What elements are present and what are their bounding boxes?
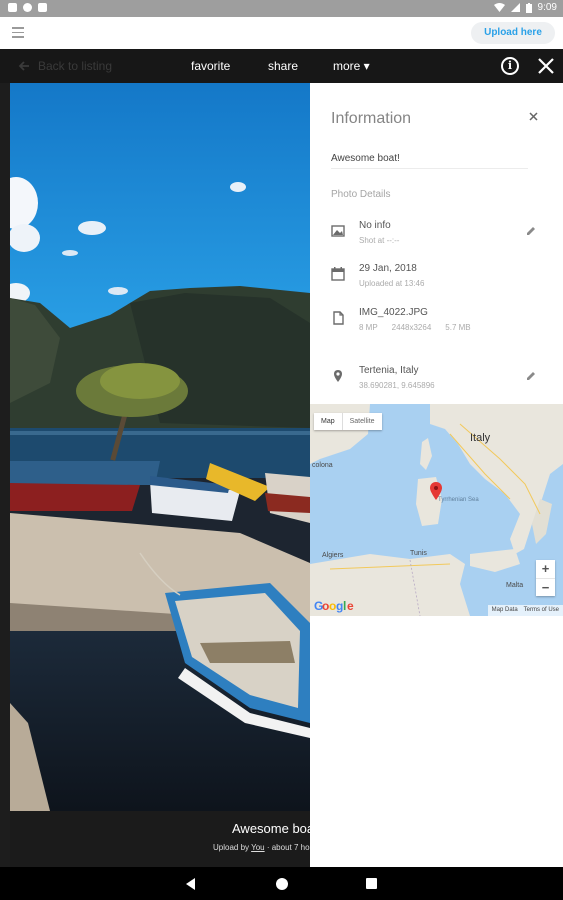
caption-meta: Upload by You · about 7 hours ago: [213, 843, 310, 852]
terms-of-use-link[interactable]: Terms of Use: [524, 605, 559, 616]
close-icon[interactable]: [537, 57, 555, 75]
back-to-listing-button[interactable]: Back to listing: [18, 59, 112, 73]
notification-icons: [8, 3, 47, 12]
status-bar: 9:09: [0, 0, 563, 17]
tab-more[interactable]: more ▾: [333, 59, 370, 73]
svg-text:e: e: [347, 599, 354, 613]
file-name: IMG_4022.JPG: [359, 307, 428, 318]
info-icon[interactable]: i: [501, 57, 519, 75]
file-resolution: 2448x3264: [391, 323, 432, 332]
viewer-toolbar: Back to listing favorite share more ▾ i: [0, 49, 563, 83]
status-time: 9:09: [537, 2, 557, 13]
upload-button[interactable]: Upload here: [471, 22, 555, 44]
uploader-link[interactable]: You: [251, 843, 265, 852]
date-row: 29 Jan, 2018 Uploaded at 13:46: [310, 261, 563, 295]
app-bar: Upload here: [0, 17, 563, 49]
file-details: 8 MP 2448x3264 5.7 MB: [359, 323, 485, 332]
back-label: Back to listing: [38, 59, 113, 73]
map-type-toggle: Map Satellite: [314, 413, 382, 430]
zoom-control: + −: [536, 560, 555, 596]
file-megapixels: 8 MP: [359, 323, 378, 332]
notification-icon: [38, 3, 47, 12]
map-footer: Map Data Terms of Use: [487, 605, 563, 616]
photo-image: [10, 83, 310, 811]
upload-time: Uploaded at 13:46: [359, 279, 425, 288]
notification-icon: [23, 3, 32, 12]
image-icon: [331, 225, 345, 237]
map-label-colona: colona: [312, 462, 333, 469]
pencil-icon[interactable]: [526, 371, 536, 381]
arrow-left-icon: [18, 61, 29, 71]
location-map[interactable]: G o o g l e Italy Tyrrhenian Sea Algiers…: [310, 404, 563, 616]
location-row: Tertenia, Italy 38.690281, 9.645896: [310, 363, 563, 397]
caption-title: Awesome boat!: [232, 821, 310, 836]
lake-boat-photo: [10, 83, 310, 811]
zoom-out-button[interactable]: −: [536, 578, 555, 596]
information-panel: Information Photo Details No info Shot a…: [310, 83, 563, 867]
camera-info: No info: [359, 220, 391, 231]
map-data-link[interactable]: Map Data: [492, 605, 518, 616]
map-type-map-button[interactable]: Map: [314, 413, 342, 430]
file-size: 5.7 MB: [445, 323, 471, 332]
caption-meta-prefix: Upload by: [213, 843, 252, 852]
wifi-icon: [493, 3, 505, 12]
location-coordinates: 38.690281, 9.645896: [359, 381, 435, 390]
panel-title: Information: [331, 110, 412, 127]
location-name: Tertenia, Italy: [359, 365, 419, 376]
notification-icon: [8, 3, 17, 12]
nav-back-icon[interactable]: [186, 878, 195, 890]
menu-icon[interactable]: [12, 27, 24, 38]
map-label-tunis: Tunis: [410, 550, 427, 557]
zoom-in-button[interactable]: +: [536, 560, 555, 578]
camera-info-row: No info Shot at --:--: [310, 218, 563, 252]
tab-favorite[interactable]: favorite: [191, 59, 230, 73]
calendar-icon: [331, 267, 345, 281]
location-pin-icon: [334, 370, 342, 382]
map-label-malta: Malta: [506, 582, 524, 589]
nav-home-icon[interactable]: [276, 878, 288, 890]
file-icon: [333, 311, 344, 325]
map-canvas[interactable]: G o o g l e: [310, 404, 563, 616]
caption-meta-suffix: · about 7 hours ago: [266, 843, 310, 852]
tab-share[interactable]: share: [268, 59, 298, 73]
battery-icon: [525, 2, 532, 13]
shot-time: Shot at --:--: [359, 236, 400, 245]
map-label-tyrrhenian: Tyrrhenian Sea: [438, 497, 479, 503]
map-label-algiers: Algiers: [322, 552, 344, 559]
map-type-satellite-button[interactable]: Satellite: [341, 413, 382, 430]
nav-recents-icon[interactable]: [366, 878, 377, 889]
pencil-icon[interactable]: [526, 226, 536, 236]
svg-text:l: l: [343, 599, 346, 613]
description-input[interactable]: [331, 149, 528, 169]
file-row: IMG_4022.JPG 8 MP 2448x3264 5.7 MB: [310, 305, 563, 339]
system-nav-bar: [0, 867, 563, 900]
section-label: Photo Details: [331, 189, 391, 200]
photo-caption: Awesome boat! Upload by You · about 7 ho…: [10, 811, 310, 867]
close-icon[interactable]: [529, 112, 538, 121]
signal-icon: [510, 3, 520, 12]
map-label-italy: Italy: [470, 432, 491, 444]
upload-date: 29 Jan, 2018: [359, 263, 417, 274]
